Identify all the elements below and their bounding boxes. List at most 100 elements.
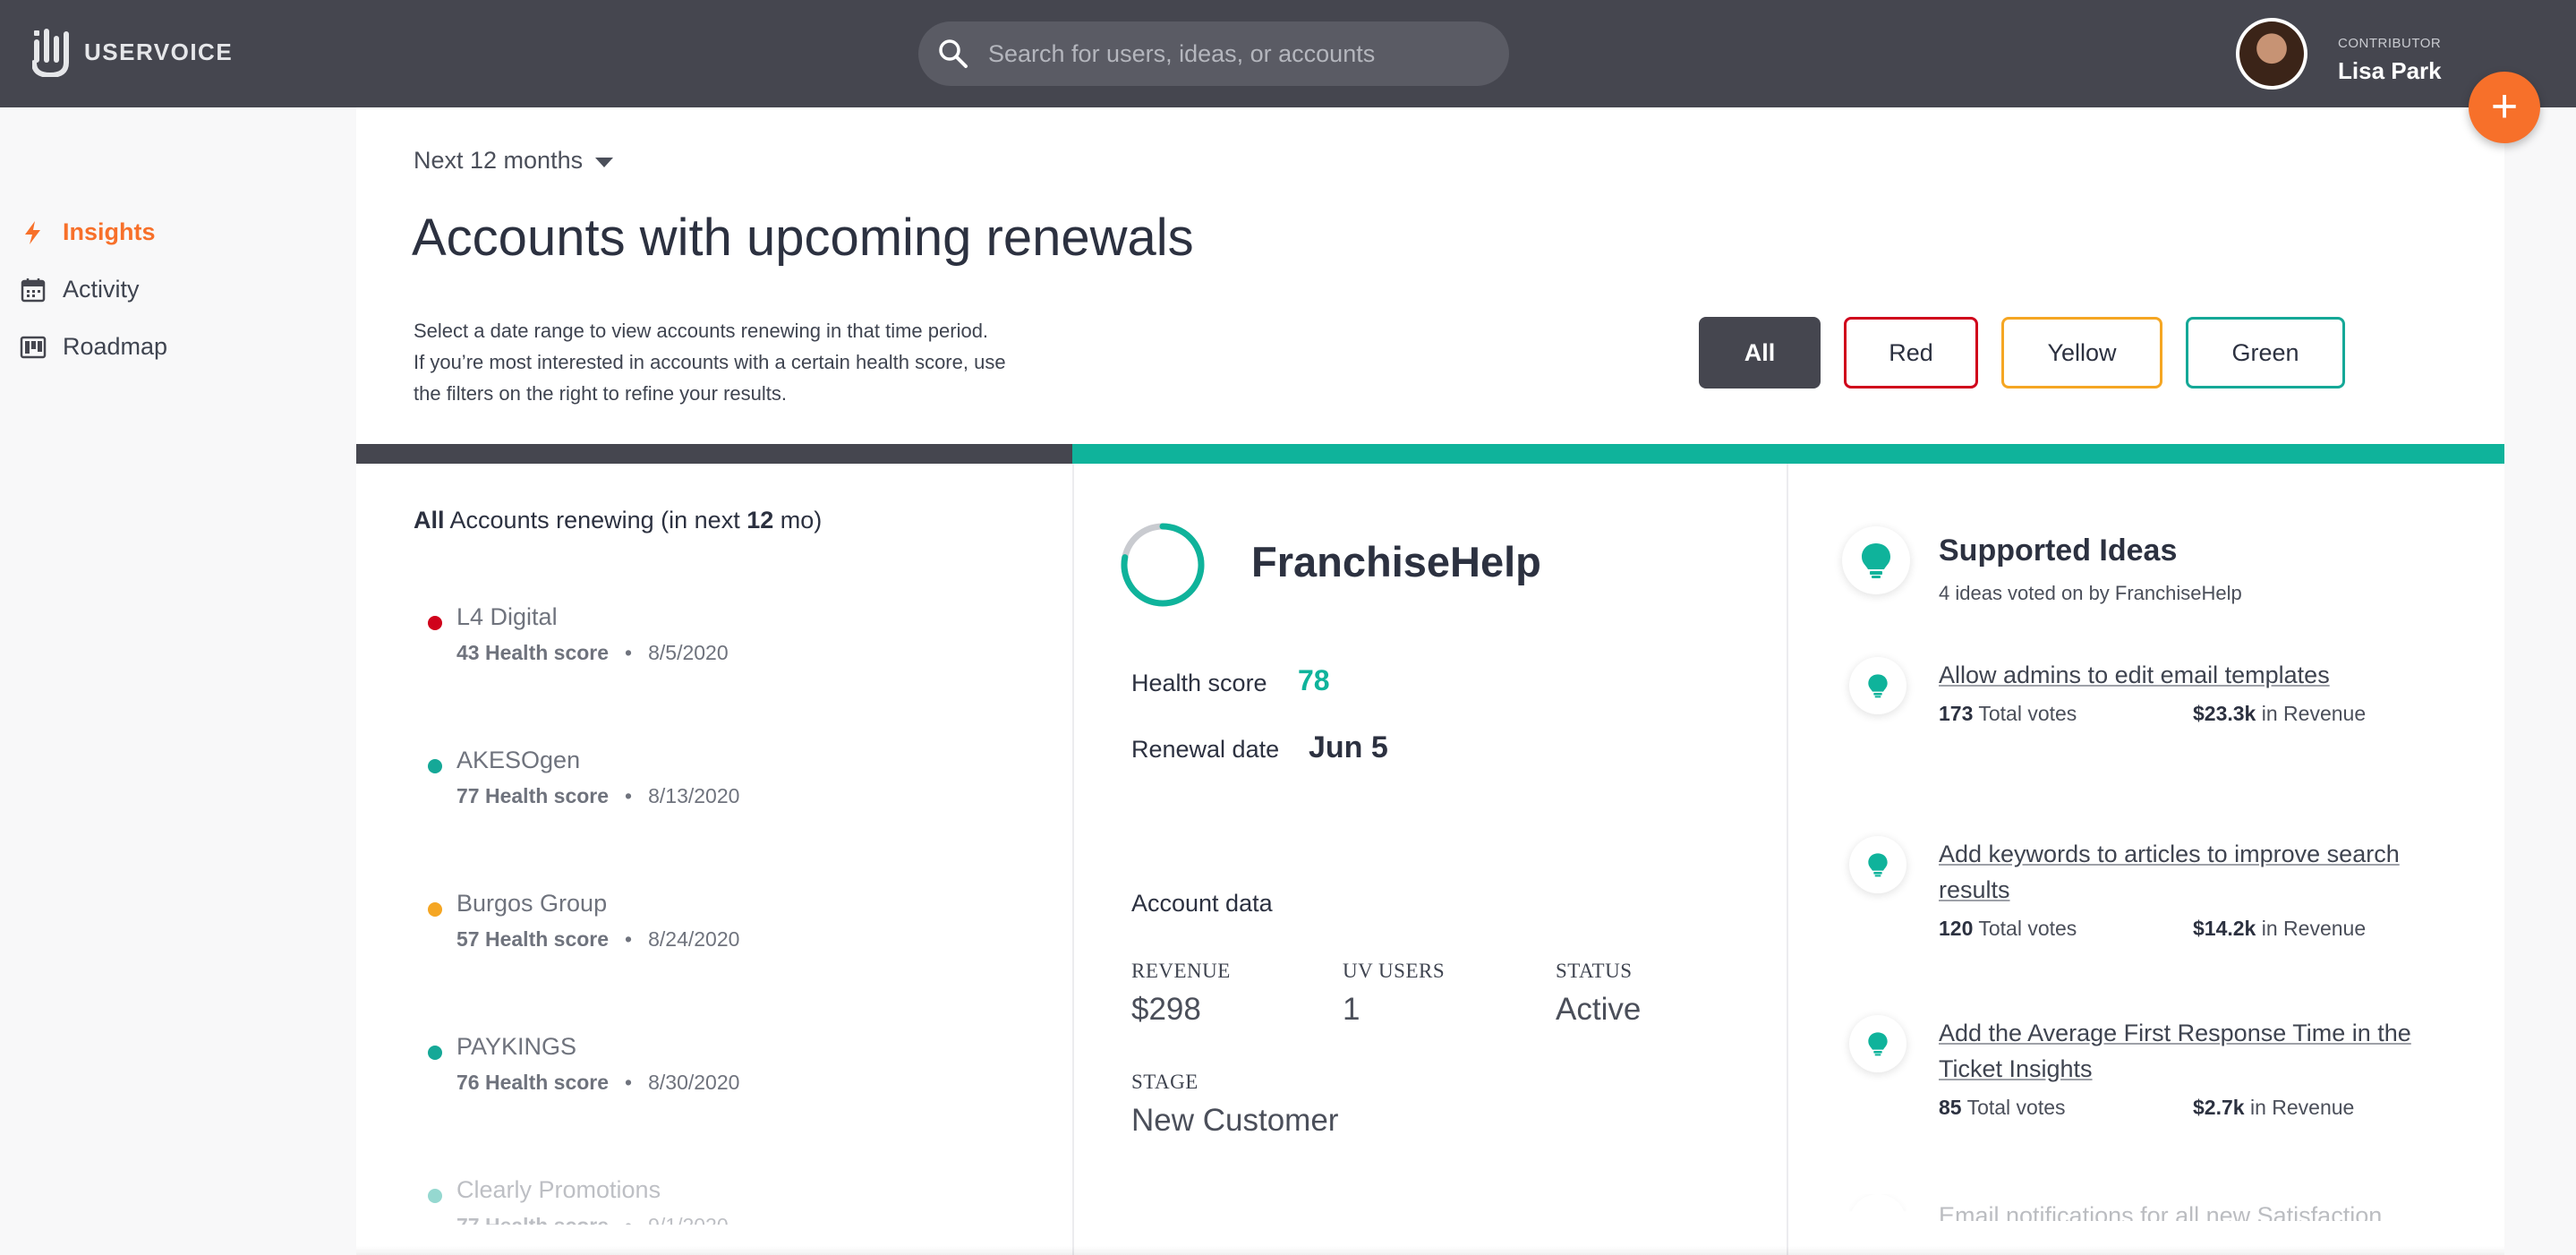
separator: • bbox=[625, 784, 633, 807]
health-score: 57 bbox=[456, 927, 480, 951]
health-score-label: Health score bbox=[484, 1071, 610, 1094]
lightning-icon bbox=[25, 220, 40, 244]
revenue-label: in Revenue bbox=[2249, 1096, 2355, 1119]
idea-stats: 173 Total votes $23.3k in Revenue bbox=[1939, 702, 2366, 726]
heading-text: Accounts renewing (in next bbox=[449, 507, 740, 534]
separator: • bbox=[625, 1071, 633, 1094]
description-line: Select a date range to view accounts ren… bbox=[414, 320, 989, 342]
idea-link[interactable]: Allow admins to edit email templates bbox=[1939, 657, 2440, 693]
sidebar-item-activity[interactable]: Activity bbox=[20, 276, 140, 303]
idea-link[interactable]: Add keywords to articles to improve sear… bbox=[1939, 836, 2440, 908]
supported-ideas-title: Supported Ideas bbox=[1939, 534, 2178, 568]
health-score-label: Health score bbox=[484, 927, 610, 951]
renewal-date: 8/5/2020 bbox=[648, 641, 729, 664]
filter-all-button[interactable]: All bbox=[1699, 317, 1821, 388]
revenue-label: in Revenue bbox=[2261, 702, 2367, 725]
filter-yellow-button[interactable]: Yellow bbox=[2001, 317, 2162, 388]
idea-link[interactable]: Add the Average First Response Time in t… bbox=[1939, 1015, 2440, 1087]
status-label: STATUS bbox=[1556, 960, 1633, 982]
health-score: 76 bbox=[456, 1071, 480, 1094]
stage-value: New Customer bbox=[1131, 1103, 1339, 1138]
top-bar: USERVOICE CONTRIBUTOR Lisa Park bbox=[0, 0, 2576, 107]
filter-green-button[interactable]: Green bbox=[2186, 317, 2345, 388]
lightbulb-icon bbox=[1867, 1209, 1889, 1236]
detail-header-bar bbox=[1072, 444, 2504, 464]
calendar-icon bbox=[21, 277, 46, 302]
scroll-fade bbox=[356, 1246, 2504, 1255]
health-score: 77 bbox=[456, 784, 480, 807]
idea-badge bbox=[1849, 1015, 1906, 1072]
status-value: Active bbox=[1556, 992, 1642, 1027]
renewal-date: 8/30/2020 bbox=[648, 1071, 740, 1094]
account-data-heading: Account data bbox=[1131, 890, 1273, 917]
supported-ideas-subtitle: 4 ideas voted on by FranchiseHelp bbox=[1939, 582, 2242, 604]
ideas-badge bbox=[1842, 526, 1910, 594]
revenue-amount: $23.3k bbox=[2193, 702, 2256, 725]
avatar-photo bbox=[2239, 21, 2304, 86]
health-score-value: 78 bbox=[1298, 664, 1330, 696]
idea-badge bbox=[1849, 657, 1906, 714]
account-meta: 77 Health score • 8/13/2020 bbox=[456, 784, 739, 808]
revenue-label: in Revenue bbox=[2261, 917, 2367, 940]
description-line: If you’re most interested in accounts wi… bbox=[414, 351, 1006, 373]
search-bar[interactable] bbox=[918, 21, 1509, 86]
heading-filter: All bbox=[414, 507, 445, 534]
accounts-list-heading: All Accounts renewing (in next 12 mo) bbox=[414, 507, 822, 534]
user-role: CONTRIBUTOR bbox=[2338, 36, 2442, 51]
idea-stats: 85 Total votes $2.7k in Revenue bbox=[1939, 1096, 2354, 1120]
renewal-date: 9/1/2020 bbox=[648, 1214, 729, 1237]
sidebar-item-label: Roadmap bbox=[63, 333, 168, 360]
health-score-label: Health score bbox=[484, 641, 610, 664]
brand-logo[interactable]: USERVOICE bbox=[32, 27, 233, 77]
heading-suffix: mo) bbox=[780, 507, 823, 534]
sidebar: Insights Activity Roadmap bbox=[0, 107, 356, 1255]
health-status-dot bbox=[428, 1189, 442, 1203]
health-status-dot bbox=[428, 616, 442, 630]
revenue-amount: $14.2k bbox=[2193, 917, 2256, 940]
idea-link[interactable]: Email notifications for all new Satisfac… bbox=[1939, 1198, 2440, 1221]
lightbulb-icon bbox=[1868, 674, 1888, 698]
sidebar-item-label: Insights bbox=[63, 218, 156, 245]
health-status-dot bbox=[428, 759, 442, 773]
health-score: 43 bbox=[456, 641, 480, 664]
search-icon bbox=[939, 39, 968, 68]
date-range-dropdown[interactable]: Next 12 months bbox=[414, 147, 614, 175]
brand-name: USERVOICE bbox=[84, 38, 234, 65]
avatar[interactable] bbox=[2236, 18, 2307, 90]
account-meta: 57 Health score • 8/24/2020 bbox=[456, 927, 739, 952]
health-score-ring bbox=[1121, 523, 1205, 607]
idea-stats: 120 Total votes $14.2k in Revenue bbox=[1939, 917, 2366, 941]
revenue-amount: $2.7k bbox=[2193, 1096, 2245, 1119]
health-score: 77 bbox=[456, 1214, 480, 1237]
idea-badge bbox=[1849, 1194, 1906, 1236]
account-name: L4 Digital bbox=[456, 603, 558, 630]
filter-red-button[interactable]: Red bbox=[1844, 317, 1978, 388]
uv-users-label: UV USERS bbox=[1343, 960, 1446, 982]
uv-users-value: 1 bbox=[1343, 992, 1361, 1027]
health-score-label: Health score bbox=[484, 784, 610, 807]
add-button[interactable]: + bbox=[2469, 72, 2540, 143]
caret-down-icon bbox=[595, 158, 614, 167]
account-meta: 43 Health score • 8/5/2020 bbox=[456, 641, 729, 665]
separator: • bbox=[625, 1214, 633, 1237]
sidebar-item-insights[interactable]: Insights bbox=[20, 218, 156, 246]
vote-count: 173 bbox=[1939, 702, 1974, 725]
uservoice-logo-icon bbox=[32, 29, 69, 77]
stage-label: STAGE bbox=[1131, 1071, 1198, 1093]
search-input[interactable] bbox=[988, 39, 1489, 68]
idea-badge bbox=[1849, 836, 1906, 893]
votes-label: Total votes bbox=[1978, 917, 2077, 940]
main-panel: Next 12 months Accounts with upcoming re… bbox=[356, 107, 2504, 1255]
health-status-dot bbox=[428, 902, 442, 917]
lightbulb-icon bbox=[1862, 543, 1890, 578]
health-filter-group: All Red Yellow Green bbox=[1699, 317, 2345, 388]
renewal-date-label: Renewal date bbox=[1131, 736, 1280, 763]
renewal-date: 8/13/2020 bbox=[648, 784, 740, 807]
user-name[interactable]: Lisa Park bbox=[2338, 57, 2442, 85]
roadmap-icon bbox=[20, 336, 47, 358]
page-description: Select a date range to view accounts ren… bbox=[414, 315, 1076, 409]
health-score-label: Health score bbox=[1131, 670, 1267, 696]
sidebar-item-roadmap[interactable]: Roadmap bbox=[20, 333, 167, 361]
renewal-date-value: Jun 5 bbox=[1309, 730, 1388, 764]
account-meta: 76 Health score • 8/30/2020 bbox=[456, 1071, 739, 1095]
